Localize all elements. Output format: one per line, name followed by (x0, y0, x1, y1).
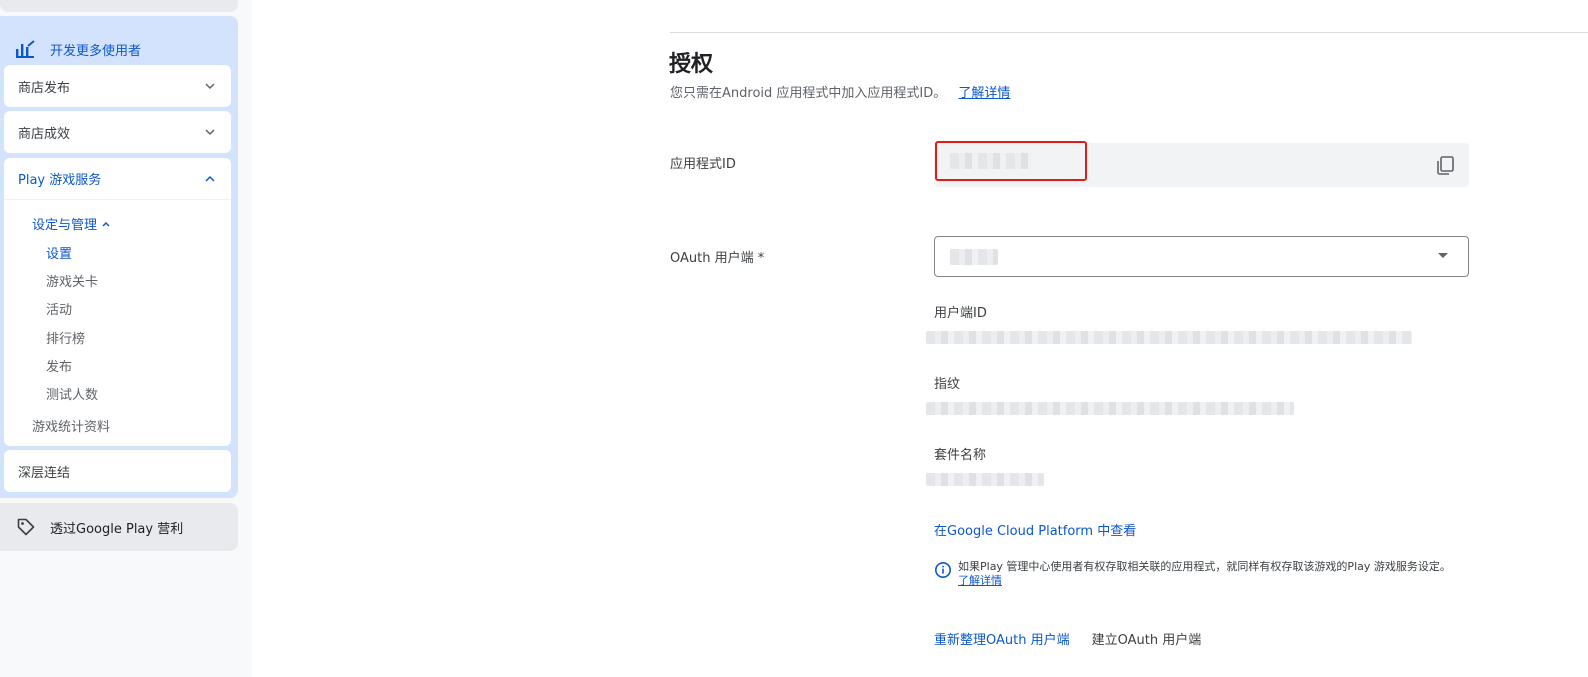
sidebar-item-events[interactable]: 活动 (46, 299, 72, 318)
fingerprint-label: 指纹 (934, 377, 961, 392)
access-notice: 如果Play 管理中心使用者有权存取相关联的应用程式，就同样有权存取该游戏的Pl… (934, 560, 1454, 588)
sidebar-group-header[interactable]: 开发更多使用者 (14, 38, 141, 60)
sidebar-item-label: Play 游戏服务 (18, 173, 102, 188)
sidebar-item-label: 透过Google Play 营利 (50, 521, 184, 537)
sidebar-item-setup-manage[interactable]: 设定与管理 (32, 214, 111, 233)
app-id-label: 应用程式ID (670, 157, 736, 172)
client-id-value-redacted (926, 331, 1412, 344)
page-subtitle: 您只需在Android 应用程式中加入应用程式ID。 了解详情 (670, 82, 1010, 101)
chevron-up-icon (205, 175, 215, 182)
dropdown-arrow-icon[interactable] (1438, 253, 1448, 258)
chart-people-icon (16, 40, 35, 58)
sidebar-item-monetize[interactable]: 透过Google Play 营利 (0, 503, 238, 551)
chevron-down-icon (205, 83, 215, 90)
chevron-down-icon (205, 129, 215, 136)
sidebar-item-play-games[interactable]: Play 游戏服务 (4, 158, 231, 200)
app-id-highlight-box (935, 141, 1087, 181)
create-oauth-button[interactable]: 建立OAuth 用户端 (1092, 629, 1202, 648)
sidebar-item-game-stats[interactable]: 游戏统计资料 (32, 416, 110, 435)
page-title: 授权 (669, 52, 714, 77)
sidebar-top-stub (0, 0, 238, 12)
sidebar-item-leaderboards[interactable]: 排行榜 (46, 328, 85, 347)
package-name-value-redacted (926, 473, 1044, 486)
notice-text: 如果Play 管理中心使用者有权存取相关联的应用程式，就同样有权存取该游戏的Pl… (958, 560, 1451, 587)
sidebar-group-grow-users: 开发更多使用者 商店发布 商店成效 Play 游戏服务 设定与管理 设置 游戏关… (0, 16, 238, 498)
sidebar-item-label: 深层连结 (18, 465, 71, 481)
learn-more-link[interactable]: 了解详情 (958, 86, 1010, 101)
sidebar-group-label: 开发更多使用者 (50, 43, 142, 59)
refresh-oauth-button[interactable]: 重新整理OAuth 用户端 (934, 629, 1070, 648)
copy-icon[interactable] (1434, 154, 1456, 176)
oauth-client-value-redacted (950, 249, 998, 265)
section-divider (670, 32, 1588, 33)
sidebar-item-deep-links[interactable]: 深层连结 (4, 450, 231, 492)
package-name-label: 套件名称 (934, 448, 987, 463)
fingerprint-value-redacted (926, 402, 1294, 415)
oauth-client-label: OAuth 用户端 * (670, 251, 765, 266)
oauth-actions: 重新整理OAuth 用户端 建立OAuth 用户端 (934, 629, 1201, 648)
oauth-client-select[interactable] (934, 236, 1469, 277)
sidebar-section-play-games: Play 游戏服务 设定与管理 设置 游戏关卡 活动 排行榜 发布 测试人数 游… (4, 158, 231, 446)
sidebar-item-store-performance[interactable]: 商店成效 (4, 111, 231, 153)
sidebar-item-achievements[interactable]: 游戏关卡 (46, 271, 98, 290)
sidebar-item-label: 商店发布 (18, 80, 71, 96)
info-icon (935, 562, 951, 578)
sidebar-item-label: 商店成效 (18, 126, 71, 142)
chevron-up-icon (102, 221, 110, 227)
tag-icon (17, 518, 35, 536)
sidebar-item-store-publish[interactable]: 商店发布 (4, 65, 231, 107)
gcp-view-link[interactable]: 在Google Cloud Platform 中查看 (934, 520, 1136, 539)
subtitle-text: 您只需在Android 应用程式中加入应用程式ID。 (670, 86, 947, 101)
notice-learn-more-link[interactable]: 了解详情 (958, 574, 1002, 587)
sidebar-item-settings[interactable]: 设置 (46, 243, 72, 262)
client-id-label: 用户端ID (934, 306, 987, 321)
sidebar-item-publishing[interactable]: 发布 (46, 356, 72, 375)
sidebar: 开发更多使用者 商店发布 商店成效 Play 游戏服务 设定与管理 设置 游戏关… (0, 0, 252, 677)
sidebar-item-testers[interactable]: 测试人数 (46, 384, 98, 403)
